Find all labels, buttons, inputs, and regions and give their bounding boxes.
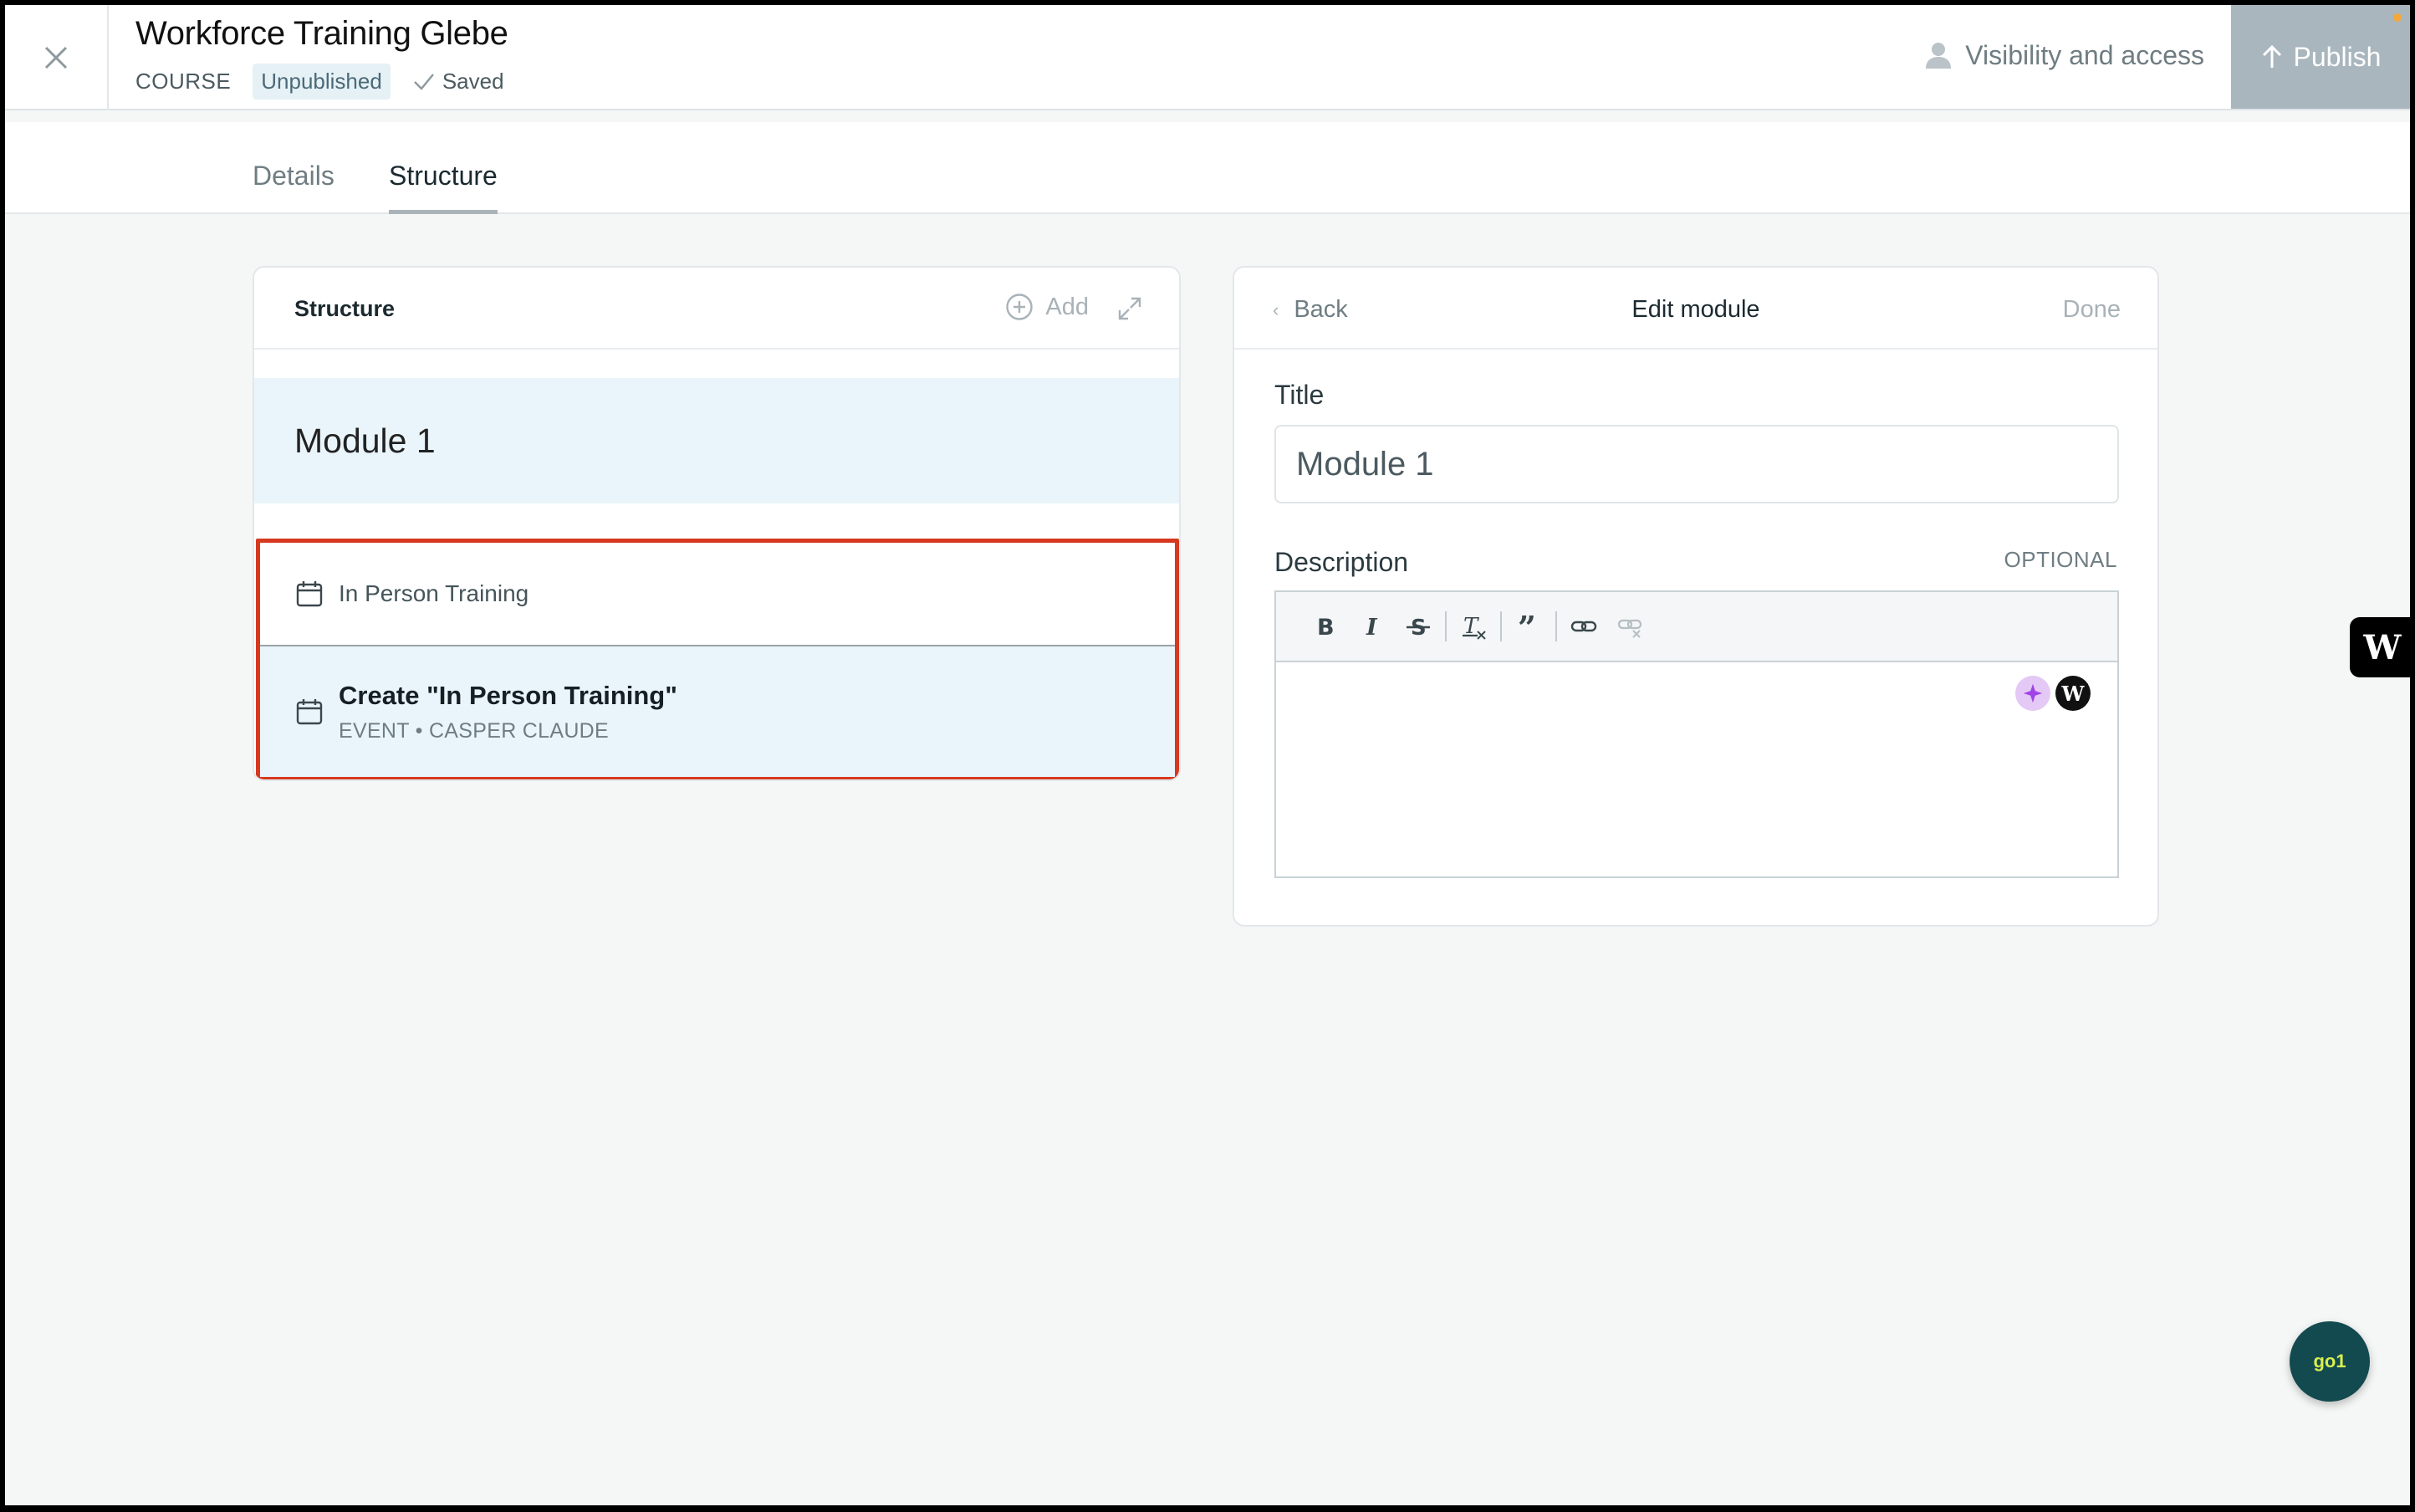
add-label: Add [1045, 293, 1089, 320]
publish-label: Publish [2293, 41, 2382, 72]
chat-launcher-button[interactable]: go1 [2290, 1321, 2370, 1402]
visibility-label: Visibility and access [1965, 39, 2204, 70]
unlink-icon [1617, 619, 1642, 638]
optional-label: OPTIONAL [2004, 547, 2117, 572]
structure-panel: Structure Add Module 1 In Person Trainin… [253, 266, 1181, 781]
user-icon [1926, 43, 1952, 69]
edit-module-header: Edit module ‹ Back Done [1234, 268, 2157, 350]
plus-circle-icon [1006, 294, 1034, 320]
ai-assist-icons: W [2015, 676, 2091, 711]
tab-structure[interactable]: Structure [389, 161, 498, 214]
publish-button[interactable]: Publish [2231, 5, 2410, 109]
editor-toolbar: B I S T ” [1276, 592, 2117, 662]
add-button[interactable]: Add [1005, 293, 1089, 321]
close-icon [44, 46, 68, 69]
calendar-icon [296, 581, 323, 607]
structure-panel-header: Structure Add [254, 268, 1179, 350]
writer-side-tab[interactable]: W [2350, 617, 2415, 677]
link-icon [1570, 621, 1597, 632]
saved-label: Saved [442, 68, 504, 94]
create-event-text: Create "In Person Training" EVENT • CASP… [339, 681, 677, 743]
svg-text:B: B [1317, 615, 1335, 641]
quote-icon: ” [1518, 612, 1536, 641]
tab-details[interactable]: Details [253, 161, 334, 210]
edit-module-panel: Edit module ‹ Back Done Title Descriptio… [1233, 266, 2159, 927]
module-title: Module 1 [294, 421, 436, 460]
strikethrough-icon: S [1407, 616, 1430, 641]
course-type: COURSE [135, 68, 232, 94]
learning-item-row[interactable]: In Person Training [260, 543, 1175, 646]
done-button[interactable]: Done [2063, 296, 2121, 324]
svg-text:”: ” [1518, 612, 1536, 641]
edit-module-heading: Edit module [1631, 296, 1760, 323]
back-label: Back [1294, 296, 1348, 323]
create-event-suggestion[interactable]: Create "In Person Training" EVENT • CASP… [260, 646, 1175, 777]
course-meta: COURSE Unpublished Saved [135, 63, 504, 100]
status-badge: Unpublished [253, 63, 391, 100]
highlighted-region: In Person Training Create "In Person Tra… [256, 539, 1179, 779]
clear-format-button[interactable]: T [1450, 603, 1497, 650]
course-title: Workforce Training Glebe [135, 15, 508, 52]
toolbar-divider [1555, 611, 1557, 641]
create-event-subtitle: EVENT • CASPER CLAUDE [339, 718, 610, 743]
sparkle-icon[interactable] [2015, 676, 2050, 711]
create-event-title: Create "In Person Training" [339, 680, 677, 710]
title-input[interactable] [1274, 425, 2119, 503]
clear-format-icon: T [1463, 614, 1486, 640]
visibility-access-button[interactable]: Visibility and access [1923, 33, 2204, 77]
calendar-icon [296, 699, 323, 725]
module-row[interactable]: Module 1 [254, 378, 1179, 503]
italic-icon: I [1366, 615, 1378, 641]
svg-text:I: I [1366, 615, 1378, 641]
structure-heading: Structure [294, 296, 396, 321]
link-button[interactable] [1560, 603, 1607, 650]
close-button[interactable] [5, 5, 109, 110]
toolbar-divider [1445, 611, 1447, 641]
tab-bar: Details Structure [5, 122, 2410, 214]
arrow-up-icon [2262, 44, 2281, 68]
saved-indicator: Saved [412, 69, 504, 94]
top-header: Workforce Training Glebe COURSE Unpublis… [0, 0, 2415, 110]
writer-logo-icon[interactable]: W [2055, 676, 2091, 711]
italic-button[interactable]: I [1348, 603, 1395, 650]
chevron-left-icon: ‹ [1273, 299, 1279, 320]
description-editor[interactable]: B I S T ” W [1274, 590, 2119, 878]
notification-dot [2393, 13, 2402, 22]
title-label: Title [1274, 380, 1325, 410]
expand-icon[interactable] [1117, 296, 1142, 321]
back-button[interactable]: ‹ Back [1273, 296, 1348, 324]
strikethrough-button[interactable]: S [1395, 603, 1442, 650]
unlink-button[interactable] [1607, 603, 1654, 650]
description-label: Description [1274, 547, 1409, 577]
toolbar-divider [1500, 611, 1502, 641]
bold-icon: B [1317, 615, 1335, 641]
learning-item-label: In Person Training [339, 580, 529, 606]
bold-button[interactable]: B [1301, 603, 1348, 650]
check-icon [413, 74, 434, 90]
quote-button[interactable]: ” [1505, 603, 1552, 650]
